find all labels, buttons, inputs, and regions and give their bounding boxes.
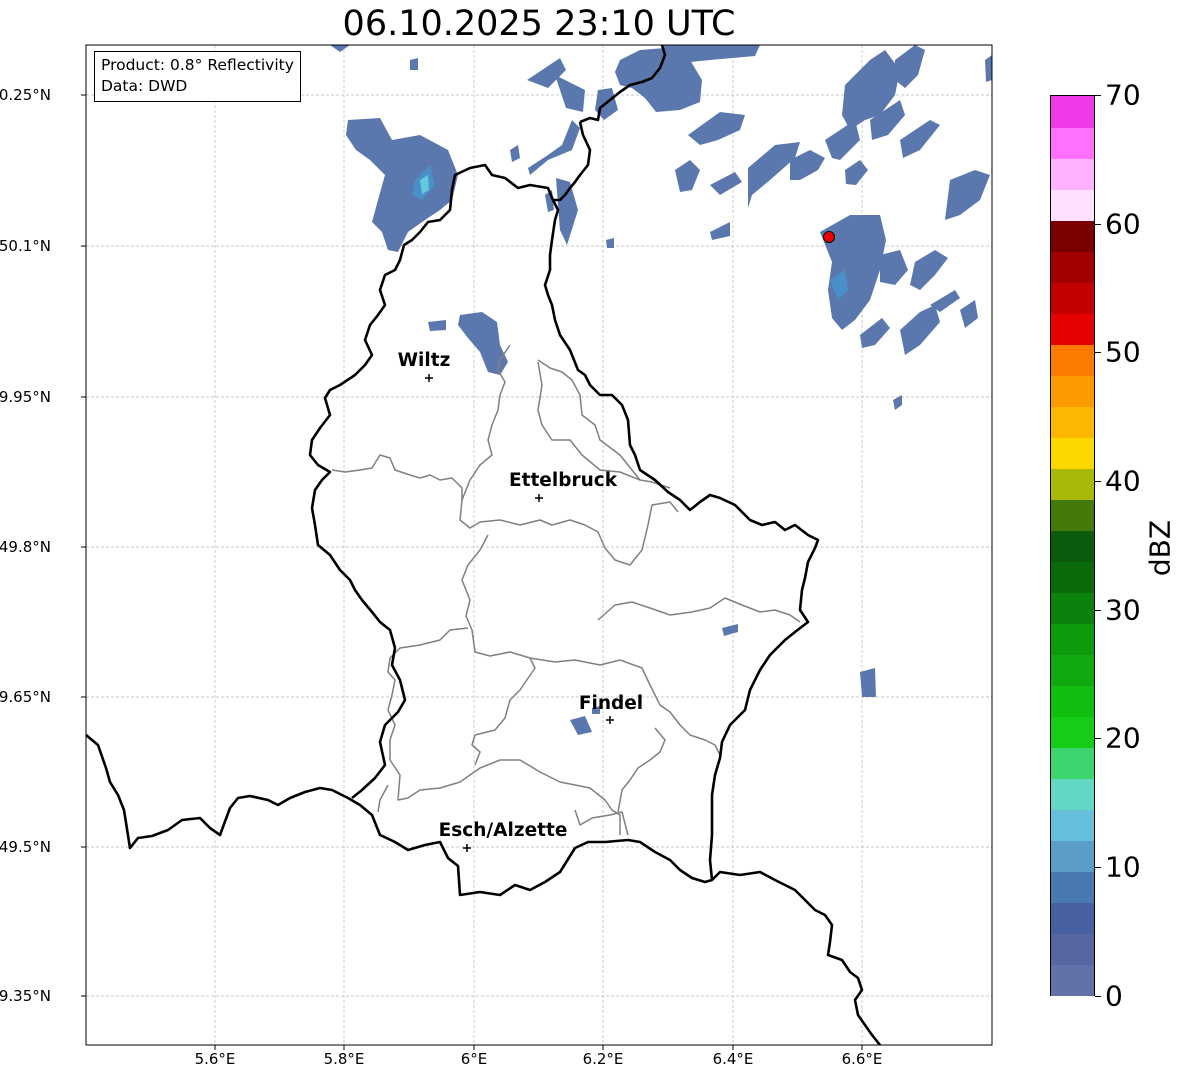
axis-ticks [81, 94, 863, 1050]
colorbar-tick [1095, 95, 1101, 96]
colorbar-segment [1051, 282, 1094, 314]
colorbar-tick [1095, 867, 1101, 868]
colorbar-label-40: 40 [1105, 464, 1141, 498]
colorbar-segment [1051, 561, 1094, 593]
colorbar-segment [1051, 189, 1094, 221]
colorbar-tick [1095, 610, 1101, 611]
lat-label-49-8: 49.8°N [0, 538, 51, 556]
lat-label-49-35: 49.35°N [0, 987, 51, 1005]
colorbar-segment [1051, 499, 1094, 531]
colorbar-segment [1051, 375, 1094, 407]
lat-label-50-25: 50.25°N [0, 86, 51, 104]
colorbar-tick [1095, 224, 1101, 225]
colorbar-segment [1051, 902, 1094, 934]
city-markers [425, 374, 614, 852]
city-label-ettelbruck: Ettelbruck [508, 470, 618, 491]
radar-map [81, 44, 993, 1050]
colorbar-segment [1051, 313, 1094, 345]
radar-site-marker [823, 231, 835, 243]
lat-label-50-1: 50.1°N [0, 237, 51, 255]
lat-label-49-65: 49.65°N [0, 688, 51, 706]
lon-label-6: 6°E [460, 1050, 488, 1068]
colorbar-segment [1051, 747, 1094, 779]
lon-label-5-8: 5.8°E [323, 1050, 365, 1068]
colorbar-segment [1051, 344, 1094, 376]
colorbar-segment [1051, 251, 1094, 283]
lat-label-49-95: 49.95°N [0, 388, 51, 406]
lon-label-6-4: 6.4°E [712, 1050, 754, 1068]
product-info-box: Product: 0.8° Reflectivity Data: DWD [94, 51, 301, 102]
colorbar-unit-label: dBZ [1143, 519, 1177, 577]
colorbar-segment [1051, 96, 1094, 128]
radar-echoes [330, 45, 992, 735]
colorbar-label-60: 60 [1105, 207, 1141, 241]
colorbar-segment [1051, 530, 1094, 562]
colorbar-label-0: 0 [1105, 979, 1123, 1013]
lat-label-49-5: 49.5°N [0, 838, 51, 856]
colorbar-tick [1095, 738, 1101, 739]
product-label: Product: 0.8° Reflectivity [101, 56, 294, 74]
radar-echoes-strong [412, 165, 848, 300]
colorbar-label-50: 50 [1105, 335, 1141, 369]
city-label-esch-alzette: Esch/Alzette [438, 820, 568, 841]
colorbar [1050, 95, 1095, 996]
colorbar-label-10: 10 [1105, 850, 1141, 884]
district-boundaries [331, 344, 801, 836]
colorbar-label-70: 70 [1105, 78, 1141, 112]
data-source-label: Data: DWD [101, 77, 188, 95]
city-label-findel: Findel [578, 693, 644, 714]
colorbar-segment [1051, 716, 1094, 748]
gridlines [86, 45, 992, 1045]
colorbar-tick [1095, 352, 1101, 353]
colorbar-segment [1051, 964, 1094, 996]
colorbar-label-30: 30 [1105, 593, 1141, 627]
colorbar-segment [1051, 406, 1094, 438]
lon-label-6-2: 6.2°E [582, 1050, 624, 1068]
colorbar-segment [1051, 437, 1094, 469]
colorbar-tick [1095, 481, 1101, 482]
colorbar-label-20: 20 [1105, 721, 1141, 755]
colorbar-segment [1051, 623, 1094, 655]
colorbar-segment [1051, 220, 1094, 252]
colorbar-segment [1051, 592, 1094, 624]
colorbar-segment [1051, 654, 1094, 686]
colorbar-segment [1051, 158, 1094, 190]
city-label-wiltz: Wiltz [397, 350, 451, 371]
colorbar-segment [1051, 840, 1094, 872]
colorbar-tick [1095, 996, 1101, 997]
colorbar-segment [1051, 809, 1094, 841]
map-frame [85, 44, 993, 1046]
colorbar-segment [1051, 468, 1094, 500]
colorbar-segment [1051, 778, 1094, 810]
colorbar-segment [1051, 933, 1094, 965]
colorbar-segment [1051, 871, 1094, 903]
lon-label-5-6: 5.6°E [194, 1050, 236, 1068]
colorbar-segment [1051, 127, 1094, 159]
lon-label-6-6: 6.6°E [841, 1050, 883, 1068]
colorbar-segment [1051, 685, 1094, 717]
